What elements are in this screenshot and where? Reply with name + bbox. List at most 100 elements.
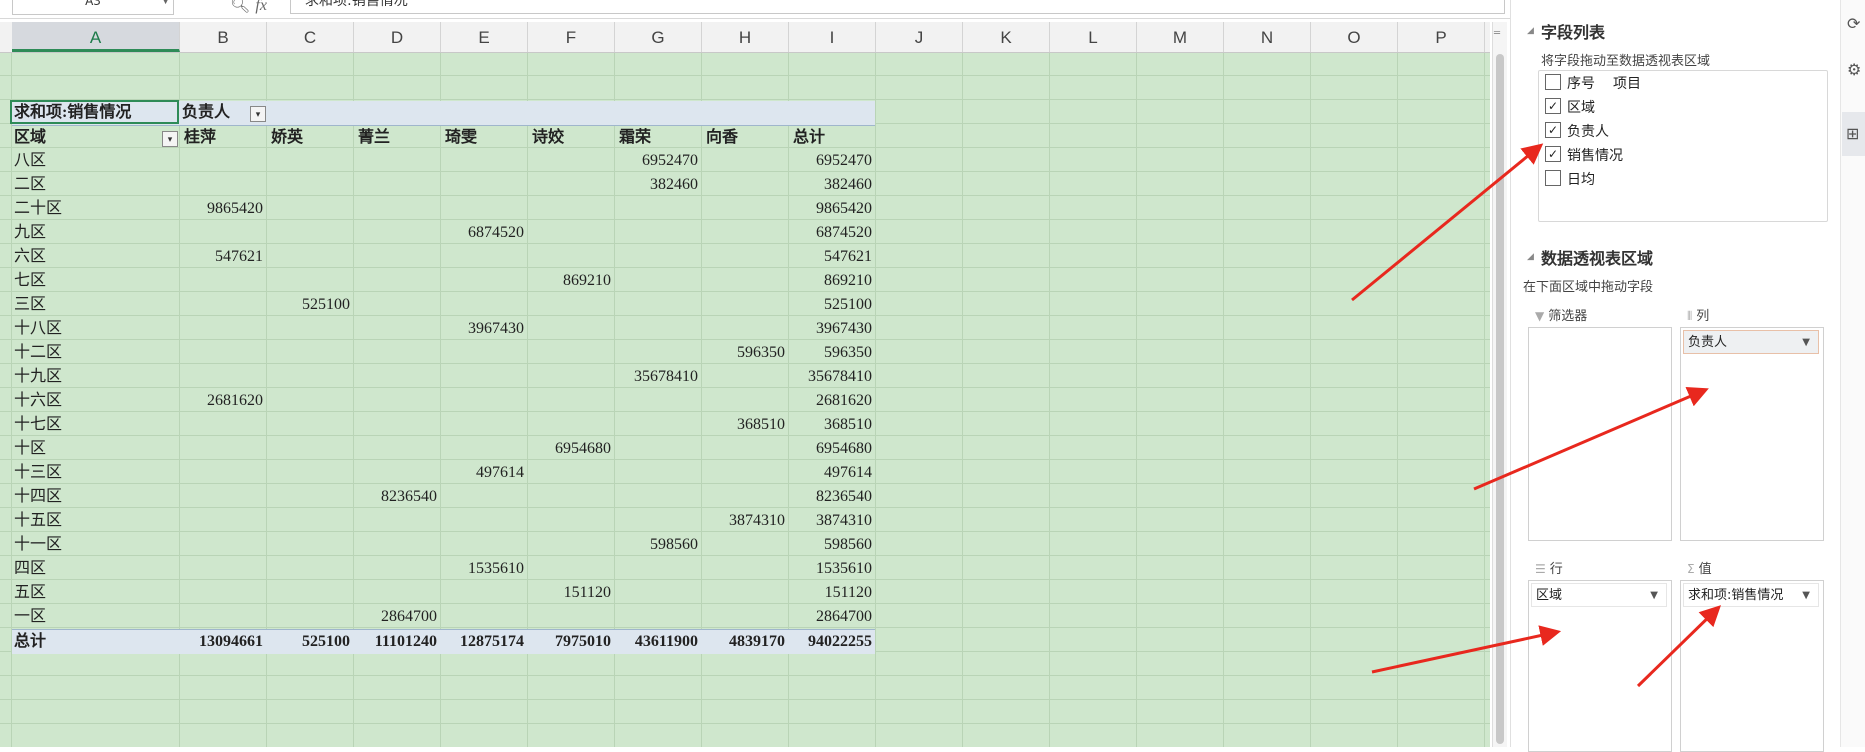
collapse-triangle-icon[interactable]: ◢	[1527, 26, 1534, 36]
pivot-value-cell[interactable]	[528, 509, 615, 533]
pivot-row-label[interactable]: 十二区	[14, 341, 174, 365]
pivot-value-cell[interactable]	[354, 197, 441, 221]
pivot-value-cell[interactable]	[528, 245, 615, 269]
pivot-value-cell[interactable]	[702, 149, 789, 173]
columns-zone-item[interactable]: 负责人 ▼	[1683, 330, 1819, 354]
pivot-value-cell[interactable]	[354, 413, 441, 437]
pivot-value-cell[interactable]	[702, 389, 789, 413]
pivot-row-label[interactable]: 三区	[14, 293, 174, 317]
pivot-value-cell[interactable]	[441, 533, 528, 557]
pivot-value-cell[interactable]	[615, 293, 702, 317]
pivot-row-label[interactable]: 七区	[14, 269, 174, 293]
pivot-value-cell[interactable]	[615, 437, 702, 461]
pivot-value-cell[interactable]	[702, 173, 789, 197]
pivot-value-cell[interactable]	[615, 197, 702, 221]
pivot-row-label[interactable]: 十区	[14, 437, 174, 461]
pivot-value-cell[interactable]	[528, 221, 615, 245]
pivot-value-cell[interactable]	[615, 317, 702, 341]
pivot-value-cell[interactable]: 2681620	[180, 389, 267, 413]
pivot-value-cell[interactable]	[528, 173, 615, 197]
pivot-value-cell[interactable]	[180, 557, 267, 581]
pivot-value-cell[interactable]: 35678410	[615, 365, 702, 389]
pivot-row-label[interactable]: 十三区	[14, 461, 174, 485]
pivot-row-label[interactable]: 一区	[14, 605, 174, 629]
zoom-icon[interactable]: 🔍︎	[230, 0, 250, 14]
pivot-total-cell[interactable]: 525100	[267, 630, 354, 654]
pivot-row-label[interactable]: 四区	[14, 557, 174, 581]
pivot-value-cell[interactable]	[180, 221, 267, 245]
pivot-value-cell[interactable]	[267, 485, 354, 509]
pivot-value-cell[interactable]	[615, 485, 702, 509]
pivot-total-cell[interactable]: 13094661	[180, 630, 267, 654]
pivot-value-cell[interactable]	[702, 581, 789, 605]
pivot-row-field[interactable]: 区域	[14, 126, 134, 150]
pivot-value-cell[interactable]	[267, 197, 354, 221]
pivot-value-cell[interactable]	[180, 437, 267, 461]
pivot-value-cell[interactable]	[441, 509, 528, 533]
pivot-value-cell[interactable]	[528, 557, 615, 581]
pivot-value-cell[interactable]	[267, 221, 354, 245]
pivot-value-cell[interactable]: 6952470	[615, 149, 702, 173]
pivot-panel-toggle[interactable]: ⊞	[1842, 112, 1865, 156]
field-item-3[interactable]: ✓ 销售情况	[1545, 145, 1623, 167]
pivot-value-cell[interactable]	[702, 485, 789, 509]
values-zone[interactable]: 求和项:销售情况 ▼	[1680, 580, 1824, 752]
column-header[interactable]: D	[354, 22, 441, 52]
pivot-value-cell[interactable]	[441, 413, 528, 437]
chevron-down-icon[interactable]: ▼	[1802, 584, 1810, 608]
pivot-value-cell[interactable]	[528, 485, 615, 509]
pivot-value-cell[interactable]	[267, 269, 354, 293]
pivot-value-cell[interactable]	[528, 533, 615, 557]
pivot-row-label[interactable]: 十八区	[14, 317, 174, 341]
pivot-row-label[interactable]: 二区	[14, 173, 174, 197]
field-item-4[interactable]: 日均	[1545, 169, 1595, 191]
rows-zone-item[interactable]: 区域 ▼	[1531, 583, 1667, 607]
pivot-value-cell[interactable]	[267, 173, 354, 197]
name-box-dropdown-icon[interactable]: ▼	[162, 0, 169, 8]
pivot-value-cell[interactable]	[615, 341, 702, 365]
pivot-value-cell[interactable]	[267, 605, 354, 629]
pivot-value-cell[interactable]: 525100	[789, 293, 876, 317]
column-header[interactable]: I	[789, 22, 876, 52]
pivot-value-cell[interactable]	[702, 461, 789, 485]
pivot-value-cell[interactable]: 3874310	[702, 509, 789, 533]
collapse-triangle-icon[interactable]: ◢	[1527, 252, 1534, 262]
style-icon[interactable]: ⟳	[1847, 14, 1860, 33]
pivot-value-cell[interactable]	[702, 269, 789, 293]
pivot-value-cell[interactable]: 598560	[615, 533, 702, 557]
pivot-row-label[interactable]: 五区	[14, 581, 174, 605]
pivot-value-cell[interactable]: 547621	[789, 245, 876, 269]
pivot-value-cell[interactable]	[354, 245, 441, 269]
pivot-value-cell[interactable]: 598560	[789, 533, 876, 557]
pivot-value-cell[interactable]	[267, 149, 354, 173]
pivot-total-cell[interactable]: 7975010	[528, 630, 615, 654]
pivot-value-cell[interactable]	[180, 341, 267, 365]
settings-icon[interactable]: ⚙	[1847, 60, 1861, 79]
pivot-value-cell[interactable]: 596350	[789, 341, 876, 365]
pivot-value-cell[interactable]: 3967430	[789, 317, 876, 341]
chevron-down-icon[interactable]: ▼	[1802, 331, 1810, 355]
scrollbar-thumb[interactable]	[1496, 54, 1504, 744]
pivot-value-cell[interactable]	[528, 197, 615, 221]
pivot-column-header[interactable]: 桂萍	[184, 126, 267, 150]
pivot-value-cell[interactable]: 6874520	[441, 221, 528, 245]
pivot-value-cell[interactable]	[354, 461, 441, 485]
pivot-value-cell[interactable]	[615, 221, 702, 245]
pivot-value-cell[interactable]: 3874310	[789, 509, 876, 533]
pivot-value-cell[interactable]	[180, 269, 267, 293]
pivot-value-cell[interactable]	[354, 581, 441, 605]
pivot-value-cell[interactable]: 8236540	[789, 485, 876, 509]
pivot-value-cell[interactable]	[441, 149, 528, 173]
pivot-value-cell[interactable]: 3967430	[441, 317, 528, 341]
pivot-total-cell[interactable]: 4839170	[702, 630, 789, 654]
column-header[interactable]: G	[615, 22, 702, 52]
pivot-value-cell[interactable]	[267, 437, 354, 461]
pivot-value-cell[interactable]: 382460	[789, 173, 876, 197]
pivot-value-cell[interactable]: 1535610	[789, 557, 876, 581]
pivot-value-cell[interactable]	[615, 245, 702, 269]
formula-input[interactable]: 求和项:销售情况	[290, 0, 1505, 14]
pivot-value-cell[interactable]	[702, 221, 789, 245]
pivot-value-cell[interactable]	[702, 365, 789, 389]
pivot-value-cell[interactable]	[180, 413, 267, 437]
pivot-value-cell[interactable]	[702, 437, 789, 461]
